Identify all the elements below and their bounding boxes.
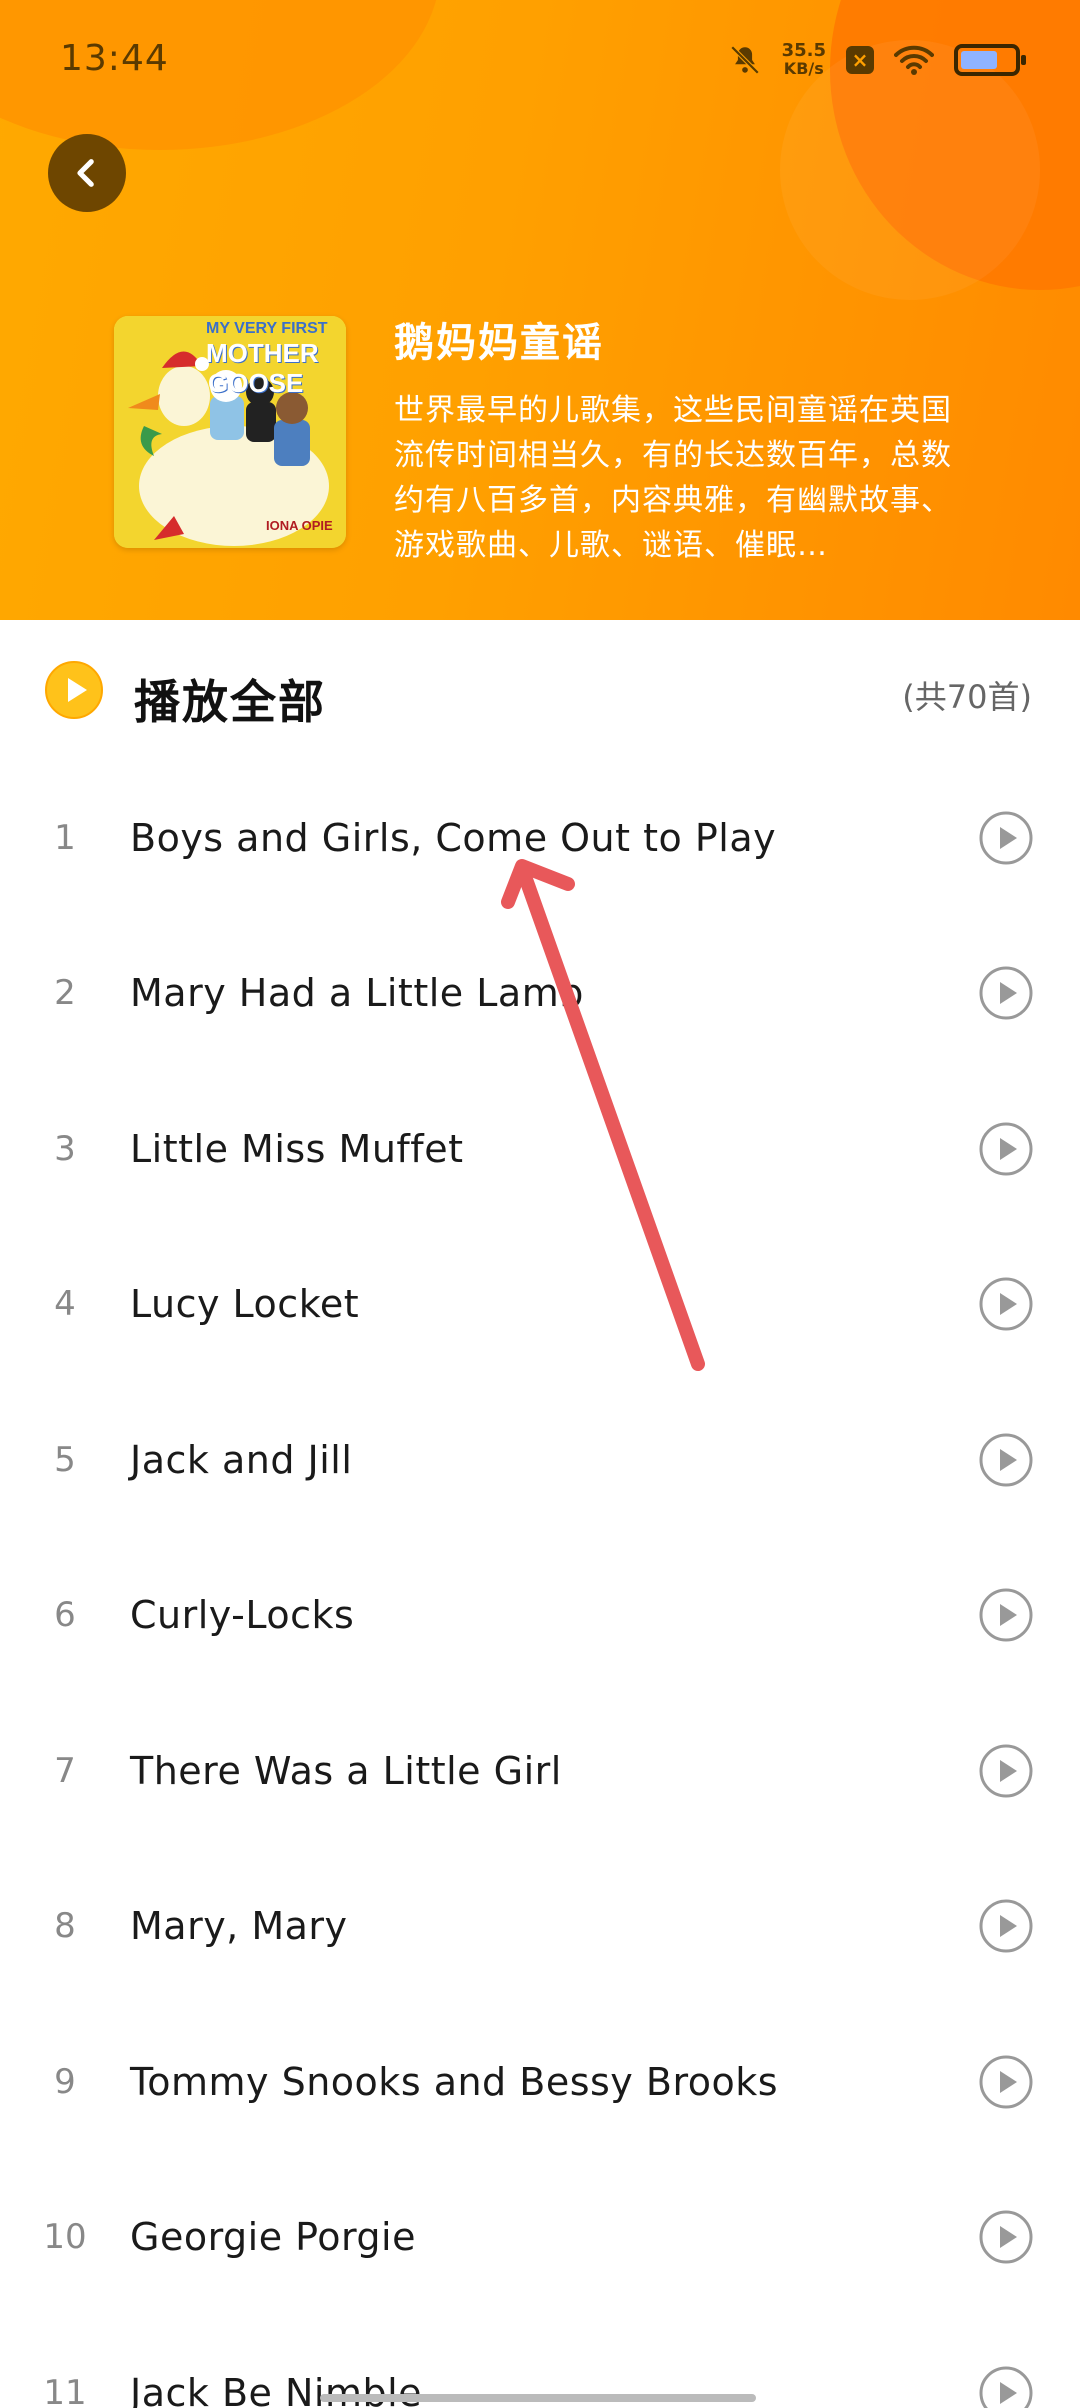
album-header: 13:44 35.5 KB/s × MY VERY FIRST MOTHER G… — [0, 0, 1080, 620]
track-row[interactable]: 5 Jack and Jill — [0, 1382, 1080, 1538]
track-title[interactable]: Little Miss Muffet — [130, 1127, 463, 1171]
track-number: 7 — [54, 1750, 76, 1791]
cover-author: IONA OPIE — [266, 518, 333, 533]
track-title[interactable]: Curly-Locks — [130, 1593, 354, 1637]
track-list: 1 Boys and Girls, Come Out to Play 2 Mary H… — [0, 760, 1080, 2408]
track-number: 8 — [54, 1906, 76, 1947]
track-title[interactable]: Lucy Locket — [130, 1282, 359, 1326]
track-row[interactable]: 6 Curly-Locks — [0, 1538, 1080, 1694]
play-circle-icon[interactable] — [978, 2365, 1034, 2408]
net-speed-value: 35.5 — [781, 40, 826, 61]
track-row[interactable]: 1 Boys and Girls, Come Out to Play — [0, 760, 1080, 916]
track-number: 1 — [54, 817, 76, 858]
play-circle-icon[interactable] — [978, 1743, 1034, 1799]
track-number: 6 — [54, 1595, 76, 1636]
play-circle-icon[interactable] — [978, 1432, 1034, 1488]
play-circle-icon[interactable] — [978, 1276, 1034, 1332]
status-time: 13:44 — [60, 38, 169, 79]
track-title[interactable]: Jack and Jill — [130, 1438, 352, 1482]
track-title[interactable]: Boys and Girls, Come Out to Play — [130, 816, 776, 860]
cover-text: GOOSE — [208, 368, 304, 398]
play-circle-icon[interactable] — [978, 2054, 1034, 2110]
track-title[interactable]: Jack Be Nimble — [130, 2371, 422, 2408]
play-circle-icon[interactable] — [978, 965, 1034, 1021]
net-speed-unit: KB/s — [783, 59, 824, 78]
track-row[interactable]: 2 Mary Had a Little Lamb — [0, 916, 1080, 1072]
cover-text: MOTHER — [206, 338, 319, 368]
play-circle-icon[interactable] — [978, 1121, 1034, 1177]
back-button[interactable] — [48, 134, 126, 212]
track-title[interactable]: Mary, Mary — [130, 1904, 348, 1948]
track-number: 5 — [54, 1439, 76, 1480]
track-count: (共70首) — [902, 678, 1032, 716]
track-row[interactable]: 9 Tommy Snooks and Bessy Brooks — [0, 2004, 1080, 2160]
track-row[interactable]: 8 Mary, Mary — [0, 1849, 1080, 2005]
track-title[interactable]: There Was a Little Girl — [130, 1749, 562, 1793]
track-number: 3 — [54, 1128, 76, 1169]
net-speed: 35.5 KB/s — [782, 42, 826, 78]
chevron-left-icon — [77, 159, 94, 187]
close-box-icon: × — [846, 46, 874, 74]
track-row[interactable]: 4 Lucy Locket — [0, 1227, 1080, 1383]
play-all-label[interactable]: 播放全部 — [134, 666, 326, 732]
mute-bell-icon — [730, 45, 759, 75]
track-number: 11 — [43, 2372, 87, 2408]
cover-text: MY VERY FIRST — [206, 320, 328, 337]
album-description[interactable]: 世界最早的儿歌集，这些民间童谣在英国流传时间相当久，有的长达数百年，总数约有八百… — [394, 388, 954, 568]
play-circle-icon[interactable] — [978, 1587, 1034, 1643]
track-title[interactable]: Mary Had a Little Lamb — [130, 971, 584, 1015]
track-row[interactable]: 7 There Was a Little Girl — [0, 1693, 1080, 1849]
play-circle-icon[interactable] — [978, 2209, 1034, 2265]
status-icons: 35.5 KB/s × — [728, 42, 1026, 78]
track-row[interactable]: 10 Georgie Porgie — [0, 2160, 1080, 2316]
wifi-icon — [894, 45, 934, 75]
battery-icon — [954, 44, 1026, 76]
play-all-bar[interactable]: 播放全部 (共70首) — [0, 620, 1080, 760]
track-number: 4 — [54, 1284, 76, 1325]
track-number: 10 — [43, 2217, 87, 2258]
play-circle-icon[interactable] — [978, 810, 1034, 866]
album-cover: MY VERY FIRST MOTHER GOOSE IONA OPIE — [114, 316, 346, 548]
track-title[interactable]: Tommy Snooks and Bessy Brooks — [130, 2060, 778, 2104]
album-title: 鹅妈妈童谣 — [394, 320, 604, 366]
track-number: 2 — [54, 973, 76, 1014]
track-number: 9 — [54, 2061, 76, 2102]
play-circle-icon[interactable] — [978, 1898, 1034, 1954]
status-bar: 13:44 35.5 KB/s × — [0, 0, 1080, 130]
track-row[interactable]: 3 Little Miss Muffet — [0, 1071, 1080, 1227]
track-title[interactable]: Georgie Porgie — [130, 2215, 416, 2259]
play-all-icon[interactable] — [44, 660, 104, 720]
home-indicator[interactable] — [320, 2394, 756, 2402]
